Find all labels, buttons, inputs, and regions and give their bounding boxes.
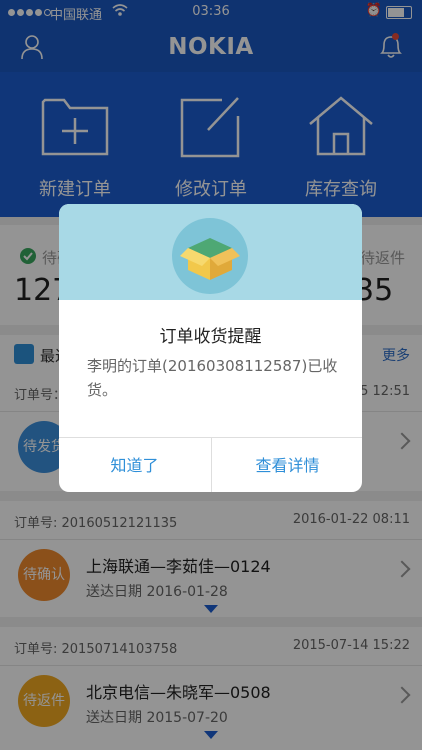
receipt-alert-dialog: 订单收货提醒 李明的订单(20160308112587)已收货。 知道了 查看详… — [59, 204, 362, 492]
dialog-header — [59, 204, 362, 300]
acknowledge-button[interactable]: 知道了 — [59, 438, 210, 492]
dialog-message: 李明的订单(20160308112587)已收货。 — [87, 357, 338, 399]
dialog-title: 订单收货提醒 — [159, 327, 262, 347]
package-box-icon — [172, 218, 248, 294]
dialog-footer: 知道了 查看详情 — [59, 437, 362, 492]
view-details-button[interactable]: 查看详情 — [211, 438, 362, 492]
